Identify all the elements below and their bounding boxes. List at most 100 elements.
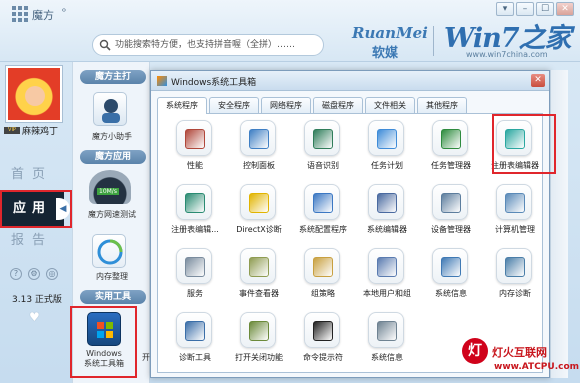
- directx-icon[interactable]: [240, 184, 276, 220]
- local-users-icon[interactable]: [368, 248, 404, 284]
- services-icon[interactable]: [176, 248, 212, 284]
- toolbox-highlight-box: [70, 306, 137, 378]
- speech-recognition-icon[interactable]: [304, 120, 340, 156]
- tool-label: 任务计划: [371, 161, 403, 170]
- tool-label: 控制面板: [243, 161, 275, 170]
- nav-app-highlight-box: [0, 190, 72, 228]
- performance-icon-glyph: [185, 129, 205, 149]
- event-viewer-icon[interactable]: [240, 248, 276, 284]
- top-bar: 魔方 ᵒ ▾ – ☐ ✕ RuanMei 软媒 Win7之家 www.win7c…: [0, 0, 580, 62]
- msconfig-icon[interactable]: [304, 184, 340, 220]
- tool-label: 命令提示符: [303, 353, 343, 362]
- directx-icon-glyph: [249, 193, 269, 213]
- group-policy-icon-glyph: [313, 257, 333, 277]
- task-manager-icon-glyph: [441, 129, 461, 149]
- performance-icon[interactable]: [176, 120, 212, 156]
- watermark-url: www.ATCPU.com: [494, 362, 580, 372]
- section-header-featured: 魔方主打: [80, 70, 146, 84]
- ruanmei-logo-cn: 软媒: [372, 46, 399, 61]
- system-info-icon-glyph: [441, 257, 461, 277]
- diagnostic-tool-icon-glyph: [185, 321, 205, 341]
- tool-label: 内存诊断: [499, 289, 531, 298]
- task-manager-icon[interactable]: [432, 120, 468, 156]
- footer-icons: ? ⚙ ◎: [10, 268, 58, 280]
- nav-home[interactable]: 首页: [0, 160, 64, 190]
- command-prompt-icon[interactable]: [304, 312, 340, 348]
- nav-report[interactable]: 报告: [0, 226, 64, 256]
- registry-editor-highlight-box: [492, 114, 556, 174]
- tab-file-related[interactable]: 文件相关: [365, 97, 415, 113]
- tool-label: 计算机管理: [495, 225, 535, 234]
- windows-features-icon-glyph: [249, 321, 269, 341]
- speech-recognition-icon-glyph: [313, 129, 333, 149]
- memory-cleanup-icon[interactable]: [92, 234, 126, 268]
- speed-badge: 10M/s: [97, 188, 119, 195]
- search-input[interactable]: [115, 37, 315, 53]
- tab-security-programs[interactable]: 安全程序: [209, 97, 259, 113]
- tool-label: 系统信息: [371, 353, 403, 362]
- diagnostic-tool-icon[interactable]: [176, 312, 212, 348]
- control-panel-icon-glyph: [249, 129, 269, 149]
- sysedit-icon[interactable]: [368, 184, 404, 220]
- system-info-2-icon[interactable]: [368, 312, 404, 348]
- tool-label: 事件查看器: [239, 289, 279, 298]
- search-icon[interactable]: [99, 39, 111, 51]
- minimize-button[interactable]: –: [516, 2, 534, 16]
- tab-other-programs[interactable]: 其他程序: [417, 97, 467, 113]
- watermark-logo: 灯: [462, 338, 488, 364]
- speed-test-label[interactable]: 魔方网速测试: [76, 209, 148, 220]
- close-button[interactable]: ✕: [556, 2, 574, 16]
- device-manager-icon[interactable]: [432, 184, 468, 220]
- assistant-label[interactable]: 魔方小助手: [76, 131, 148, 142]
- tool-label: DirectX诊断: [236, 225, 282, 234]
- section-header-apps: 魔方应用: [80, 150, 146, 164]
- memory-cleanup-label[interactable]: 内存整理: [76, 271, 148, 282]
- registry-editor-32-icon[interactable]: [176, 184, 212, 220]
- tool-label: 语音识别: [307, 161, 339, 170]
- tool-label: 本地用户和组: [363, 289, 411, 298]
- app-grid-icon[interactable]: [12, 6, 28, 22]
- windows-features-icon[interactable]: [240, 312, 276, 348]
- dialog-close-button[interactable]: ✕: [531, 74, 545, 87]
- system-info-icon[interactable]: [432, 248, 468, 284]
- vip-badge: VIP: [4, 127, 20, 134]
- username[interactable]: 麻辣鸡丁: [22, 124, 58, 137]
- skin-icon[interactable]: ◎: [46, 268, 58, 280]
- tab-disk-programs[interactable]: 磁盘程序: [313, 97, 363, 113]
- tab-system-programs[interactable]: 系统程序: [157, 97, 207, 114]
- tab-network-programs[interactable]: 网络程序: [261, 97, 311, 113]
- tool-label: 诊断工具: [179, 353, 211, 362]
- group-policy-icon[interactable]: [304, 248, 340, 284]
- assistant-icon[interactable]: [93, 92, 127, 126]
- search-box[interactable]: [92, 34, 324, 56]
- maximize-button[interactable]: ☐: [536, 2, 554, 16]
- tool-label: 系统配置程序: [299, 225, 347, 234]
- help-icon[interactable]: ?: [10, 268, 22, 280]
- section-header-utilities: 实用工具: [80, 290, 146, 304]
- registry-editor-32-icon-glyph: [185, 193, 205, 213]
- dialog-title: Windows系统工具箱: [171, 78, 257, 88]
- dialog-titlebar[interactable]: Windows系统工具箱 ✕: [151, 71, 549, 91]
- watermark-text: 灯火互联网: [492, 346, 547, 359]
- task-scheduler-icon-glyph: [377, 129, 397, 149]
- menu-button[interactable]: ▾: [496, 2, 514, 16]
- brand-divider: [433, 26, 434, 56]
- speed-test-icon[interactable]: 10M/s: [89, 170, 131, 204]
- more-apps-label: 开: [142, 353, 150, 362]
- window-controls: ▾ – ☐ ✕: [496, 2, 574, 16]
- heart-icon[interactable]: ♥: [29, 310, 40, 324]
- memory-diagnostic-icon[interactable]: [496, 248, 532, 284]
- tool-label: 性能: [187, 161, 203, 170]
- control-panel-icon[interactable]: [240, 120, 276, 156]
- settings-icon[interactable]: ⚙: [28, 268, 40, 280]
- tool-label: 服务: [187, 289, 203, 298]
- tool-label: 设备管理器: [431, 225, 471, 234]
- task-scheduler-icon[interactable]: [368, 120, 404, 156]
- tool-label: 注册表编辑...: [171, 225, 219, 234]
- win7-url: www.win7china.com: [466, 50, 548, 59]
- computer-management-icon[interactable]: [496, 184, 532, 220]
- avatar[interactable]: [6, 66, 62, 122]
- services-icon-glyph: [185, 257, 205, 277]
- tool-label: 系统编辑器: [367, 225, 407, 234]
- system-info-2-icon-glyph: [377, 321, 397, 341]
